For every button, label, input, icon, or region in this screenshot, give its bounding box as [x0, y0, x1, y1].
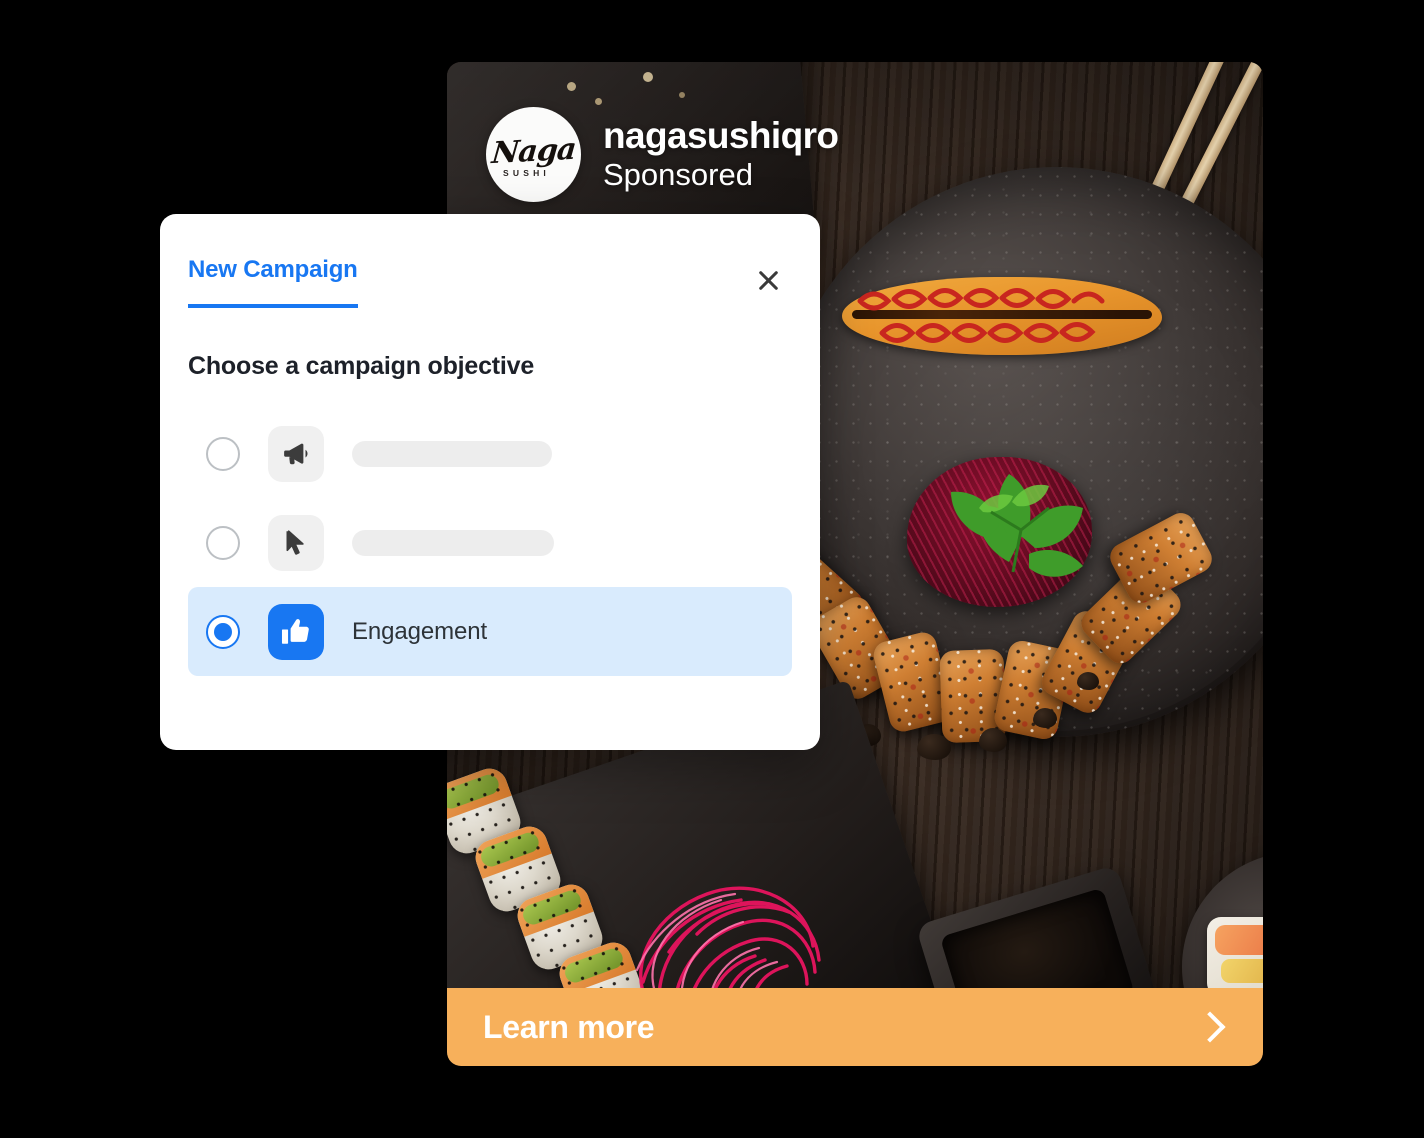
crumb [567, 82, 576, 91]
crumb [595, 98, 602, 105]
learn-more-cta-bar[interactable]: Learn more [447, 988, 1263, 1066]
cursor-pointer-icon [268, 514, 324, 571]
sauce-drop [917, 734, 951, 760]
megaphone-icon [268, 425, 324, 482]
fish-topping [1215, 925, 1263, 955]
thumbs-up-icon [268, 603, 324, 660]
sauce-drop [1033, 708, 1057, 728]
new-campaign-dialog: New Campaign Choose a campaign objective [160, 214, 820, 750]
cta-label: Learn more [483, 1008, 655, 1045]
chevron-right-icon [1194, 1011, 1226, 1043]
radio-button[interactable] [206, 525, 240, 560]
dialog-header: New Campaign [188, 258, 792, 308]
fish-topping [1221, 959, 1263, 983]
dialog-title: Choose a campaign objective [188, 352, 535, 380]
close-icon[interactable] [748, 260, 788, 300]
radio-button[interactable] [206, 436, 240, 471]
objective-label: Engagement [352, 617, 488, 645]
tab-new-campaign[interactable]: New Campaign [188, 258, 358, 308]
objective-row-traffic[interactable] [188, 498, 792, 587]
crumb [679, 92, 685, 98]
sauce-smear [842, 277, 1162, 355]
sauce-drop [1077, 672, 1099, 690]
radio-button-selected[interactable] [206, 614, 240, 649]
nigiri-piece [1207, 917, 1263, 997]
objective-row-engagement[interactable]: Engagement [188, 587, 792, 676]
objective-row-awareness[interactable] [188, 409, 792, 498]
sauce-squiggle-icon [857, 288, 1105, 343]
crumb [643, 72, 653, 82]
objective-label-placeholder [352, 529, 554, 556]
objective-list: Engagement [188, 409, 792, 676]
objective-label-placeholder [352, 440, 552, 467]
sauce-drop [979, 728, 1007, 752]
